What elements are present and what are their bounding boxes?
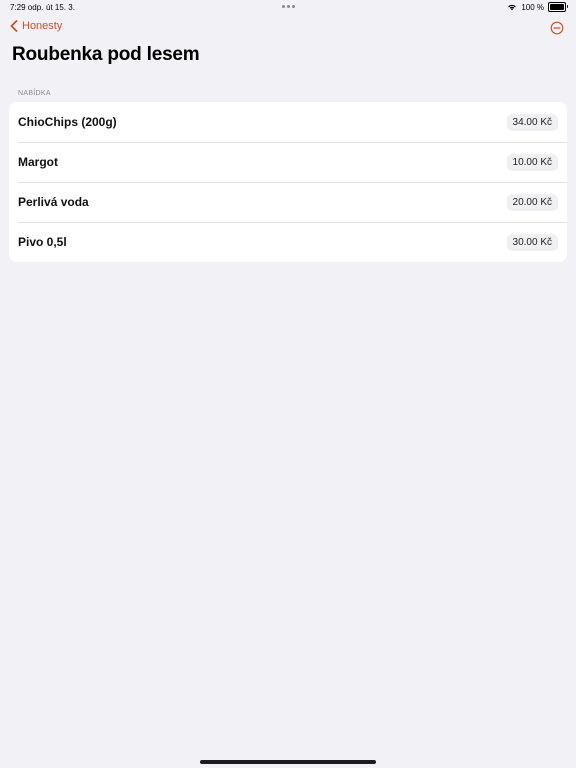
item-name: Margot [18,155,58,169]
chevron-left-icon [10,20,18,32]
item-price: 20.00 Kč [506,193,558,211]
minus-circle-icon[interactable] [550,21,564,35]
list-item[interactable]: ChioChips (200g) 34.00 Kč [9,102,567,142]
battery-percentage: 100 % [521,2,544,12]
list-item[interactable]: Perlivá voda 20.00 Kč [9,182,567,222]
menu-list: ChioChips (200g) 34.00 Kč Margot 10.00 K… [9,102,567,262]
home-indicator[interactable] [200,760,376,764]
back-button-label: Honesty [22,20,63,32]
page-title: Roubenka pod lesem [12,44,200,65]
status-time: 7:29 odp. [10,3,44,12]
status-date: út 15. 3. [46,3,75,12]
status-indicators: 100 % [507,2,568,12]
item-name: Pivo 0,5l [18,235,67,249]
status-bar: 7:29 odp. út 15. 3. 100 % [0,0,576,14]
item-price: 10.00 Kč [506,153,558,171]
battery-icon [548,2,568,12]
wifi-icon [507,3,517,11]
multitasking-dots-icon[interactable] [282,5,295,8]
item-price: 30.00 Kč [506,233,558,251]
section-header: NABÍDKA [18,90,51,97]
list-item[interactable]: Margot 10.00 Kč [9,142,567,182]
back-button[interactable]: Honesty [10,20,62,32]
item-price: 34.00 Kč [506,113,558,131]
item-name: ChioChips (200g) [18,115,117,129]
list-item[interactable]: Pivo 0,5l 30.00 Kč [9,222,567,262]
item-name: Perlivá voda [18,195,89,209]
